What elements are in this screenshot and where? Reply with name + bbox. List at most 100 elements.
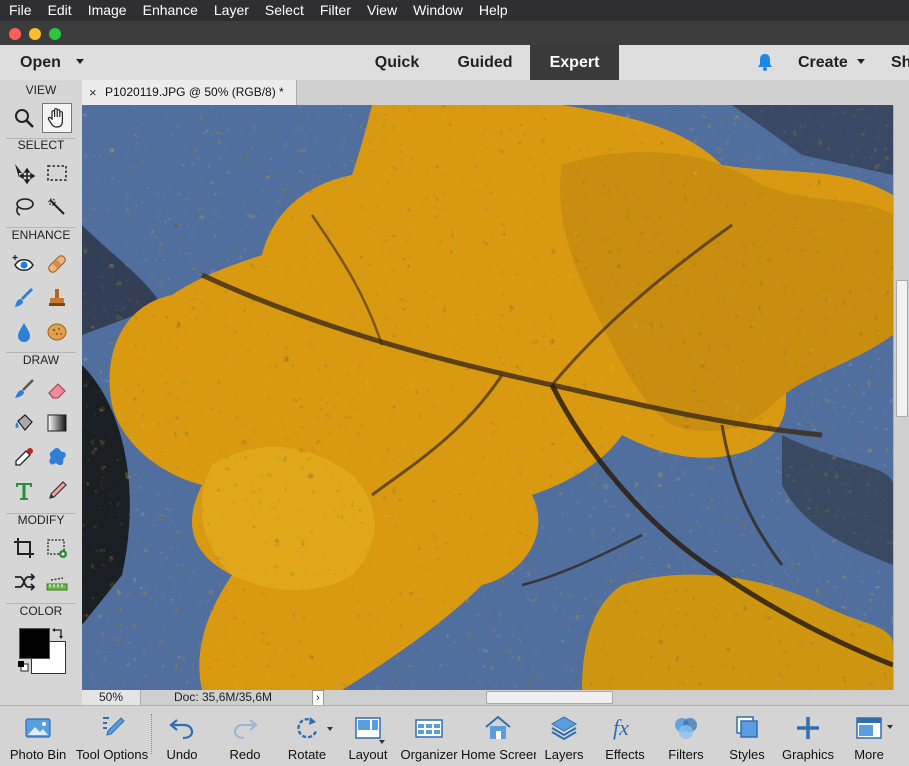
more-panel-icon xyxy=(856,717,882,739)
close-window-button[interactable] xyxy=(9,28,21,40)
document-size-info: Doc: 35,6M/35,6M xyxy=(174,690,273,704)
status-bar: 50% Doc: 35,6M/35,6M › xyxy=(82,690,909,706)
menu-help[interactable]: Help xyxy=(471,0,516,21)
vertical-scroll-thumb[interactable] xyxy=(896,280,908,417)
tab-guided[interactable]: Guided xyxy=(452,45,518,80)
shuffle-icon xyxy=(15,573,36,591)
photo-bin-label: Photo Bin xyxy=(9,747,67,762)
menu-filter[interactable]: Filter xyxy=(312,0,359,21)
zoom-tool[interactable] xyxy=(9,103,39,133)
eye-icon xyxy=(12,255,34,271)
create-button[interactable]: Create xyxy=(798,45,848,80)
shape-blob-icon xyxy=(49,448,66,466)
clone-stamp-tool[interactable] xyxy=(42,283,72,313)
sponge-tool[interactable] xyxy=(42,317,72,347)
menu-image[interactable]: Image xyxy=(80,0,135,21)
pencil-tool[interactable] xyxy=(42,476,72,506)
tab-quick[interactable]: Quick xyxy=(366,45,428,80)
notification-bell-icon[interactable] xyxy=(755,52,775,72)
home-screen-button[interactable]: Home Screen xyxy=(460,706,536,766)
horizontal-scroll-thumb[interactable] xyxy=(486,691,613,704)
open-button[interactable]: Open xyxy=(20,45,61,80)
recompose-tool[interactable] xyxy=(42,533,72,563)
menu-view[interactable]: View xyxy=(359,0,405,21)
quick-selection-tool[interactable] xyxy=(42,192,72,222)
close-document-icon[interactable]: × xyxy=(89,80,97,105)
lasso-tool[interactable] xyxy=(9,192,39,222)
straighten-tool[interactable] xyxy=(42,567,72,597)
paintbrush-icon xyxy=(15,379,34,398)
type-t-icon xyxy=(16,483,32,500)
default-colors-icon[interactable] xyxy=(17,660,29,672)
eyedropper-tool[interactable] xyxy=(9,442,39,472)
menu-select[interactable]: Select xyxy=(257,0,312,21)
tab-expert[interactable]: Expert xyxy=(530,45,619,80)
move-tool[interactable] xyxy=(9,158,39,188)
marquee-icon xyxy=(47,165,67,181)
type-tool[interactable] xyxy=(9,476,39,506)
zoom-window-button[interactable] xyxy=(49,28,61,40)
layers-button[interactable]: Layers xyxy=(536,706,592,766)
filters-button[interactable]: Filters xyxy=(657,706,715,766)
photo-bin-button[interactable]: Photo Bin xyxy=(4,706,72,766)
more-dropdown-caret-icon[interactable] xyxy=(887,725,893,729)
brush-tool[interactable] xyxy=(9,374,39,404)
layout-dropdown-caret-icon[interactable] xyxy=(379,740,385,744)
rotate-button[interactable]: Rotate xyxy=(278,706,336,766)
content-aware-move-tool[interactable] xyxy=(9,567,39,597)
custom-shape-tool[interactable] xyxy=(42,442,72,472)
status-info-menu[interactable]: › xyxy=(312,690,324,706)
gradient-icon xyxy=(47,414,67,432)
blur-tool[interactable] xyxy=(9,317,39,347)
tool-options-button[interactable]: Tool Options xyxy=(74,706,150,766)
layout-button[interactable]: Layout xyxy=(340,706,396,766)
filters-label: Filters xyxy=(668,747,704,762)
crop-icon xyxy=(14,538,34,558)
red-eye-tool[interactable] xyxy=(9,249,39,279)
toolbox: VIEW SELECT ENHANCE DRAW MODIFY COLOR xyxy=(0,80,83,705)
swap-colors-icon[interactable] xyxy=(51,627,65,641)
document-tab-title: P1020119.JPG @ 50% (RGB/8) * xyxy=(105,85,284,99)
menu-enhance[interactable]: Enhance xyxy=(135,0,206,21)
paint-bucket-icon xyxy=(15,414,33,431)
lasso-icon xyxy=(16,198,34,216)
mode-header: Open Quick Guided Expert Create Sh xyxy=(0,45,909,81)
divider xyxy=(151,714,152,754)
hand-tool[interactable] xyxy=(42,103,72,133)
paint-bucket-tool[interactable] xyxy=(9,408,39,438)
minimize-window-button[interactable] xyxy=(29,28,41,40)
create-dropdown-caret-icon[interactable] xyxy=(857,59,865,64)
smart-brush-icon xyxy=(15,287,34,307)
recompose-icon xyxy=(47,539,67,558)
menu-file[interactable]: File xyxy=(0,0,40,21)
magnifier-icon xyxy=(15,109,34,128)
graphics-button[interactable]: Graphics xyxy=(778,706,838,766)
crop-tool[interactable] xyxy=(9,533,39,563)
share-button[interactable]: Sh xyxy=(891,45,909,80)
undo-button[interactable]: Undo xyxy=(155,706,209,766)
gradient-tool[interactable] xyxy=(42,408,72,438)
tab-strip-empty xyxy=(297,80,909,105)
spot-healing-tool[interactable] xyxy=(42,249,72,279)
undo-icon xyxy=(169,719,194,740)
more-button[interactable]: More xyxy=(840,706,898,766)
open-dropdown-caret-icon[interactable] xyxy=(76,59,84,64)
smart-brush-tool[interactable] xyxy=(9,283,39,313)
effects-button[interactable]: fx Effects xyxy=(596,706,654,766)
styles-button[interactable]: Styles xyxy=(718,706,776,766)
stamp-icon xyxy=(49,289,65,306)
eraser-tool[interactable] xyxy=(42,374,72,404)
menu-layer[interactable]: Layer xyxy=(206,0,257,21)
vertical-scrollbar[interactable] xyxy=(893,105,909,690)
menu-edit[interactable]: Edit xyxy=(40,0,80,21)
document-tab[interactable]: × P1020119.JPG @ 50% (RGB/8) * xyxy=(82,80,297,105)
redo-button[interactable]: Redo xyxy=(218,706,272,766)
rotate-dropdown-caret-icon[interactable] xyxy=(327,727,333,731)
zoom-level[interactable]: 50% xyxy=(82,690,141,705)
foreground-color-swatch[interactable] xyxy=(19,628,50,659)
organizer-button[interactable]: Organizer xyxy=(398,706,460,766)
image-canvas[interactable] xyxy=(82,105,893,690)
menu-window[interactable]: Window xyxy=(405,0,471,21)
undo-label: Undo xyxy=(166,747,198,762)
rectangular-marquee-tool[interactable] xyxy=(42,158,72,188)
